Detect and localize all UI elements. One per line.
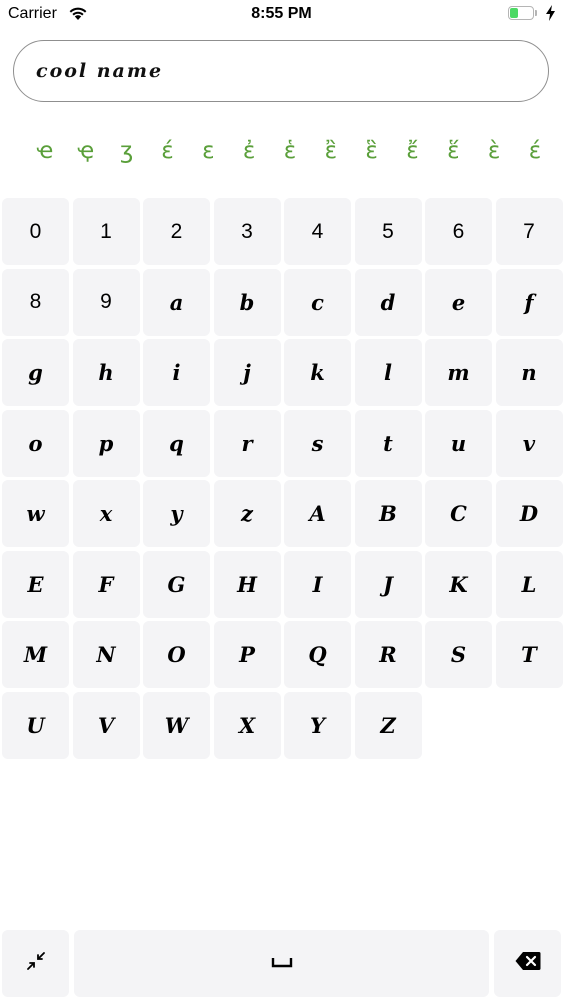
key-letter-P[interactable]: P <box>213 621 281 688</box>
diacritic-option[interactable]: ε <box>193 138 223 172</box>
key-letter-w[interactable]: w <box>2 480 69 547</box>
key-letter-F[interactable]: F <box>72 550 140 618</box>
key-digit-8[interactable]: 8 <box>2 268 69 336</box>
key-letter-p[interactable]: p <box>72 409 140 477</box>
key-letter-X[interactable]: X <box>213 691 281 759</box>
key-letter-B[interactable]: B <box>354 480 422 547</box>
key-letter-Y[interactable]: Y <box>284 691 351 759</box>
key-letter-y[interactable]: y <box>143 480 210 547</box>
key-digit-1[interactable]: 1 <box>72 198 140 265</box>
diacritic-option[interactable]: ἔ <box>397 138 427 172</box>
status-bar: Carrier 8:55 PM <box>0 0 563 30</box>
collapse-arrows-icon <box>26 952 45 975</box>
key-letter-A[interactable]: A <box>284 480 351 547</box>
diacritic-option[interactable]: έ <box>520 138 550 172</box>
key-digit-4[interactable]: 4 <box>284 198 351 265</box>
diacritic-option[interactable]: ʒ <box>112 138 142 172</box>
key-letter-H[interactable]: H <box>213 550 281 618</box>
key-digit-7[interactable]: 7 <box>495 198 563 265</box>
key-letter-K[interactable]: K <box>425 550 492 618</box>
diacritic-option[interactable]: ἕ <box>438 138 468 172</box>
key-letter-z[interactable]: z <box>213 480 281 547</box>
key-letter-M[interactable]: M <box>2 621 69 688</box>
keyboard-bottom-bar <box>0 930 563 998</box>
diacritic-option[interactable]: ἓ <box>357 138 387 172</box>
key-letter-j[interactable]: j <box>213 339 281 406</box>
key-letter-m[interactable]: m <box>425 339 492 406</box>
key-letter-Q[interactable]: Q <box>284 621 351 688</box>
key-digit-5[interactable]: 5 <box>354 198 422 265</box>
key-digit-0[interactable]: 0 <box>2 198 69 265</box>
key-letter-d[interactable]: d <box>354 268 422 336</box>
diacritic-suggestions: ҽҿʒέεἐἑἒἓἔἕὲέ <box>30 138 550 172</box>
key-letter-W[interactable]: W <box>143 691 210 759</box>
key-letter-N[interactable]: N <box>72 621 140 688</box>
character-keyboard: 01234567 89abcdef ghijklmn opqrstuv wxyzABCD… <box>2 198 563 759</box>
key-letter-E[interactable]: E <box>2 550 69 618</box>
key-letter-e[interactable]: e <box>425 268 492 336</box>
key-letter-l[interactable]: l <box>354 339 422 406</box>
diacritic-option[interactable]: έ <box>152 138 182 172</box>
key-letter-b[interactable]: b <box>213 268 281 336</box>
key-letter-k[interactable]: k <box>284 339 351 406</box>
key-letter-q[interactable]: q <box>143 409 210 477</box>
key-letter-D[interactable]: D <box>495 480 563 547</box>
diacritic-option[interactable]: ἐ <box>234 138 264 172</box>
key-letter-J[interactable]: J <box>354 550 422 618</box>
key-letter-O[interactable]: O <box>143 621 210 688</box>
key-letter-S[interactable]: S <box>425 621 492 688</box>
diacritic-option[interactable]: ҿ <box>71 138 101 172</box>
key-letter-a[interactable]: a <box>143 268 210 336</box>
space-button[interactable] <box>74 930 489 997</box>
key-letter-o[interactable]: o <box>2 409 69 477</box>
key-letter-u[interactable]: u <box>425 409 492 477</box>
delete-button[interactable] <box>494 930 561 997</box>
backspace-icon <box>515 951 541 976</box>
key-letter-R[interactable]: R <box>354 621 422 688</box>
diacritic-option[interactable]: ἑ <box>275 138 305 172</box>
name-text-value: cool name <box>36 60 164 82</box>
diacritic-option[interactable]: ἒ <box>316 138 346 172</box>
diacritic-option[interactable]: ҽ <box>30 138 60 172</box>
battery-icon <box>508 6 538 22</box>
key-letter-x[interactable]: x <box>72 480 140 547</box>
key-letter-G[interactable]: G <box>143 550 210 618</box>
charging-bolt-icon <box>546 5 555 26</box>
key-letter-c[interactable]: c <box>284 268 351 336</box>
key-digit-9[interactable]: 9 <box>72 268 140 336</box>
key-letter-v[interactable]: v <box>495 409 563 477</box>
key-letter-I[interactable]: I <box>284 550 351 618</box>
name-text-field[interactable]: cool name <box>13 40 549 102</box>
key-letter-g[interactable]: g <box>2 339 69 406</box>
collapse-keyboard-button[interactable] <box>2 930 69 997</box>
key-letter-T[interactable]: T <box>495 621 563 688</box>
key-letter-L[interactable]: L <box>495 550 563 618</box>
diacritic-option[interactable]: ὲ <box>479 138 509 172</box>
key-letter-U[interactable]: U <box>2 691 69 759</box>
key-letter-s[interactable]: s <box>284 409 351 477</box>
key-letter-V[interactable]: V <box>72 691 140 759</box>
key-letter-h[interactable]: h <box>72 339 140 406</box>
key-letter-Z[interactable]: Z <box>354 691 422 759</box>
space-bar-icon <box>271 955 293 973</box>
key-letter-r[interactable]: r <box>213 409 281 477</box>
key-letter-C[interactable]: C <box>425 480 492 547</box>
key-letter-n[interactable]: n <box>495 339 563 406</box>
key-letter-f[interactable]: f <box>495 268 563 336</box>
key-digit-2[interactable]: 2 <box>143 198 210 265</box>
clock: 8:55 PM <box>251 5 312 22</box>
key-digit-3[interactable]: 3 <box>213 198 281 265</box>
key-letter-t[interactable]: t <box>354 409 422 477</box>
key-letter-i[interactable]: i <box>143 339 210 406</box>
key-digit-6[interactable]: 6 <box>425 198 492 265</box>
